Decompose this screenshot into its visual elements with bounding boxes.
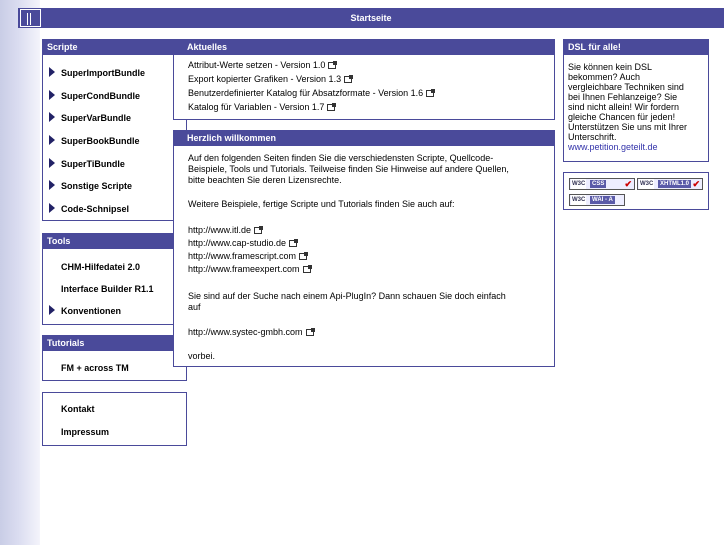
tools-heading: Tools xyxy=(43,234,186,249)
arrow-icon xyxy=(49,180,55,190)
w3c-wai-badge[interactable]: W3C WAI - A xyxy=(569,194,625,206)
aktuelles-panel: Aktuelles Attribut-Werte setzen - Versio… xyxy=(173,39,555,120)
external-link-icon xyxy=(328,61,338,69)
arrow-icon xyxy=(49,158,55,168)
plugin-text: auf xyxy=(188,302,201,312)
logo-icon xyxy=(20,9,41,27)
tutorials-panel: Tutorials FM + across TM xyxy=(42,335,187,381)
link-framescript[interactable]: http://www.framescript.com xyxy=(188,251,309,261)
check-icon: ✔ xyxy=(624,179,632,189)
dsl-panel: DSL für alle! Sie können kein DSL bekomm… xyxy=(563,39,709,162)
w3c-css-badge[interactable]: W3C CSS ✔ xyxy=(569,178,635,190)
check-icon: ✔ xyxy=(692,179,700,189)
dsl-text: gleiche Chancen für jeden! xyxy=(568,112,676,122)
w3c-xhtml-badge[interactable]: W3C XHTML1.0 ✔ xyxy=(637,178,703,190)
external-link-icon xyxy=(254,226,264,234)
external-link-icon xyxy=(426,89,436,97)
link-frameexpert[interactable]: http://www.frameexpert.com xyxy=(188,264,312,274)
external-link-icon xyxy=(305,328,315,336)
misc-panel: Kontakt Impressum xyxy=(42,392,187,446)
petition-link[interactable]: www.petition.geteilt.de xyxy=(568,142,658,152)
external-link-icon xyxy=(299,252,309,260)
dsl-text: bekommen? Auch xyxy=(568,72,641,82)
scripte-panel: Scripte SuperImportBundle SuperCondBundl… xyxy=(42,39,187,221)
arrow-icon xyxy=(49,112,55,122)
outro-text: vorbei. xyxy=(188,351,216,361)
dsl-text: sind nicht allein! Wir fordern xyxy=(568,102,680,112)
news-item[interactable]: Export kopierter Grafiken - Version 1.3 xyxy=(188,74,354,84)
arrow-icon xyxy=(49,203,55,213)
page-title: Startseite xyxy=(350,13,392,23)
willkommen-heading: Herzlich willkommen xyxy=(174,131,554,146)
header-bar: Startseite xyxy=(18,8,724,28)
intro-text: Auf den folgenden Seiten finden Sie die … xyxy=(188,153,494,163)
left-gradient xyxy=(0,0,40,545)
dsl-text: Unterstützen Sie uns mit Ihrer xyxy=(568,122,688,132)
external-link-icon xyxy=(289,239,299,247)
external-link-icon xyxy=(327,103,337,111)
willkommen-panel: Herzlich willkommen Auf den folgenden Se… xyxy=(173,130,555,367)
dsl-heading: DSL für alle! xyxy=(564,40,708,55)
badges-panel: W3C CSS ✔ W3C XHTML1.0 ✔ W3C WAI - A xyxy=(563,172,709,210)
intro-text: bitte beachten Sie deren Lizensrechte. xyxy=(188,175,342,185)
link-systec[interactable]: http://www.systec-gmbh.com xyxy=(188,327,315,337)
arrow-icon xyxy=(49,135,55,145)
dsl-text: Unterschrift. xyxy=(568,132,617,142)
scripte-heading: Scripte xyxy=(43,40,186,55)
more-text: Weitere Beispiele, fertige Scripte und T… xyxy=(188,199,455,209)
arrow-icon xyxy=(49,90,55,100)
arrow-icon xyxy=(49,305,55,315)
link-itl[interactable]: http://www.itl.de xyxy=(188,225,264,235)
aktuelles-heading: Aktuelles xyxy=(174,40,554,55)
dsl-text: vergleichbare Techniken sind xyxy=(568,82,684,92)
news-item[interactable]: Attribut-Werte setzen - Version 1.0 xyxy=(188,60,338,70)
intro-text: Beispiele, Tools und Tutorials. Teilweis… xyxy=(188,164,509,174)
news-item[interactable]: Benutzerdefinierter Katalog für Absatzfo… xyxy=(188,88,436,98)
external-link-icon xyxy=(302,265,312,273)
arrow-icon xyxy=(49,67,55,77)
tutorials-heading: Tutorials xyxy=(43,336,186,351)
tools-panel: Tools CHM-Hilfedatei 2.0 Interface Build… xyxy=(42,233,187,325)
dsl-text: Sie können kein DSL xyxy=(568,62,653,72)
news-item[interactable]: Katalog für Variablen - Version 1.7 xyxy=(188,102,337,112)
plugin-text: Sie sind auf der Suche nach einem Api-Pl… xyxy=(188,291,506,301)
dsl-text: bei Ihnen Fehlanzeige? Sie xyxy=(568,92,678,102)
external-link-icon xyxy=(344,75,354,83)
link-cap-studio[interactable]: http://www.cap-studio.de xyxy=(188,238,299,248)
